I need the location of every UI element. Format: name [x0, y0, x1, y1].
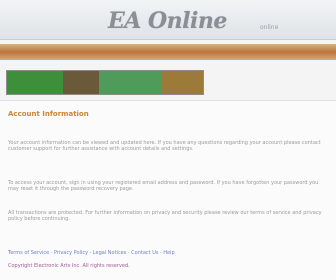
copyright-text: Copyright Electronic Arts Inc. All right…: [8, 263, 130, 269]
promo-banner[interactable]: [6, 70, 204, 95]
banner-segment-3: [99, 71, 161, 94]
banner-segment-2: [63, 71, 100, 94]
banner-segment-4: [161, 71, 203, 94]
section-title: Account Information: [8, 110, 89, 118]
site-header: EA Online online: [0, 0, 336, 40]
paragraph-1: Your account information can be viewed a…: [8, 140, 321, 153]
banner-segment-1: [7, 71, 63, 94]
footer-links[interactable]: Terms of Service · Privacy Policy · Lega…: [8, 250, 328, 256]
logo-subtitle: online: [260, 24, 279, 31]
site-logo[interactable]: EA Online: [108, 8, 227, 34]
paragraph-2: To access your account, sign in using yo…: [8, 180, 319, 193]
paragraph-3: All transactions are protected. For furt…: [8, 210, 322, 223]
footer-copyright: Copyright Electronic Arts Inc. All right…: [8, 263, 328, 269]
nav-bar: [0, 44, 336, 60]
